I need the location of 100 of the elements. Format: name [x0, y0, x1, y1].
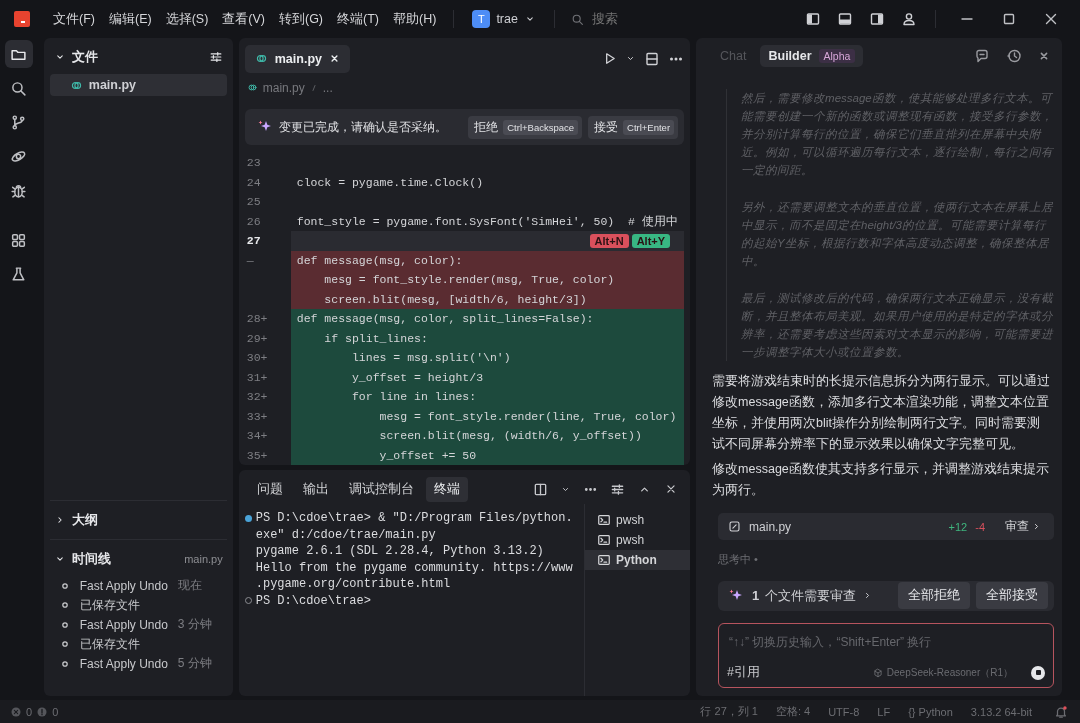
file-icon: [246, 82, 258, 93]
circle-icon: [59, 639, 70, 650]
breadcrumb-item[interactable]: main.py: [262, 80, 305, 95]
status-dot: [244, 514, 252, 522]
terminal-icon: [597, 513, 612, 527]
accept-all-button[interactable]: 全部接受: [976, 582, 1048, 610]
terminal-line: PS D:\cdoe\trae>: [255, 593, 371, 608]
timeline-entry[interactable]: 已保存文件: [79, 596, 140, 614]
menu-item[interactable]: 转到(G): [274, 7, 329, 31]
line-number: 27: [245, 234, 262, 248]
timestamp: 现在: [177, 577, 203, 595]
code-line: mesg = font_style.render(line, True, color): [378, 409, 677, 423]
folder-tab[interactable]: [4, 40, 33, 68]
code-line: font_style = pygame.font.SysFont('SimHei', 50) # 使用中: [296, 213, 678, 229]
menu-item[interactable]: 文件(F): [48, 7, 100, 31]
code-line: y_offset += 50: [378, 448, 477, 462]
split-editor-icon[interactable]: [644, 50, 661, 67]
circle-icon: [59, 619, 70, 630]
split-terminal-icon[interactable]: [533, 481, 549, 497]
thinking-status: 思考中 •: [718, 552, 759, 567]
reference-button[interactable]: #引用: [727, 664, 760, 681]
line-number: 31+: [245, 370, 269, 384]
timeline-header[interactable]: 时间线 main.py: [49, 546, 227, 572]
sidebar-layout-icon[interactable]: [805, 11, 821, 27]
bell-icon[interactable]: [1054, 704, 1068, 719]
menu-item[interactable]: 编辑(E): [103, 7, 157, 31]
outline-header[interactable]: 大纲: [49, 507, 227, 533]
separator-icon: [309, 82, 318, 93]
filter-icon[interactable]: [610, 481, 626, 497]
line-number: 35+: [245, 448, 269, 462]
line-number: 29+: [245, 331, 269, 345]
line-number: 33+: [245, 409, 269, 423]
timeline-entry[interactable]: Fast Apply Undo: [79, 578, 168, 593]
reject-shortcut[interactable]: Alt+N: [589, 233, 629, 248]
stop-button[interactable]: [1031, 665, 1045, 680]
terminal-icon: [597, 533, 612, 547]
code-line: screen.blit(mesg, (width/6, y_offset)): [378, 429, 642, 443]
menu-item[interactable]: 选择(S): [160, 7, 214, 31]
filter-icon[interactable]: [208, 50, 223, 64]
code-line: lines = msg.split('\n'): [350, 351, 511, 365]
code-line: y_offset = height/3: [350, 370, 484, 384]
editor-tab[interactable]: main.py: [244, 44, 350, 73]
panel-tab[interactable]: 问题: [248, 476, 291, 502]
timeline-entry[interactable]: Fast Apply Undo: [79, 617, 168, 632]
panel-layout-icon[interactable]: [837, 11, 853, 27]
maximize-icon[interactable]: [1001, 11, 1017, 27]
menu-item[interactable]: 查看(V): [217, 7, 270, 31]
warning-count: 0: [52, 705, 59, 718]
code-line: for line in lines:: [350, 390, 477, 404]
section-title: 文件: [71, 48, 98, 66]
chat-input[interactable]: “↑↓” 切换历史输入，“Shift+Enter” 换行 #引用 DeepSeek-Reasoner（R1）: [718, 623, 1054, 688]
line-number: 23: [245, 156, 262, 170]
right-panel-layout-icon[interactable]: [869, 11, 885, 27]
search-field[interactable]: 搜索: [589, 11, 710, 27]
code-line: def message(msg, color):: [296, 253, 463, 267]
terminal-line: exe" d:/cdoe/trae/main.py: [255, 527, 436, 542]
alpha-badge: Alpha: [818, 49, 856, 64]
answer-paragraph: 需要将游戏结束时的长提示信息拆分为两行显示。可以通过修改message函数，添加多行文本渲染功能，调整文本位置坐标，并使用两次blit操作分别绘制两行文字。同时需要测试不同屏幕分辨率下的显示效果以确保文字完整可见。: [712, 373, 1052, 454]
terminal-item[interactable]: pwsh: [585, 530, 691, 550]
search-icon: [570, 12, 584, 26]
terminal-line: Hello from the pygame community. https://www: [255, 560, 573, 575]
reject-all-button[interactable]: 全部拒绝: [898, 582, 970, 610]
terminal-item[interactable]: Python: [585, 550, 691, 570]
error-count: 0: [26, 705, 33, 718]
line-number: 34+: [245, 429, 269, 443]
timeline-entry[interactable]: 已保存文件: [79, 635, 140, 653]
timestamp: 5 分钟: [177, 655, 213, 673]
terminal-line: PS D:\cdoe\trae> & "D:/Program Files/python.: [255, 511, 573, 526]
history-icon[interactable]: [1006, 48, 1022, 65]
accept-button[interactable]: 接受 Ctrl+Enter: [588, 115, 679, 139]
file-item[interactable]: main.py: [49, 74, 227, 96]
line-number: 25: [245, 195, 262, 209]
line-number: 26: [245, 214, 262, 228]
review-summary[interactable]: 1 个文件需要审查: [750, 587, 874, 605]
panel-tab[interactable]: 输出: [294, 476, 337, 502]
line-number: 32+: [245, 390, 269, 404]
menu-item[interactable]: 帮助(H): [388, 7, 442, 31]
code-line: clock = pygame.time.Clock(): [296, 175, 484, 189]
circle-icon: [59, 580, 70, 591]
terminal-item[interactable]: pwsh: [585, 510, 691, 530]
code-line: mesg = font_style.render(msg, True, color): [323, 273, 615, 287]
edit-file-icon: [728, 520, 742, 534]
reject-button[interactable]: 拒绝 Ctrl+Backspace: [468, 115, 583, 139]
panel-tab[interactable]: 终端: [425, 476, 468, 502]
menu-item[interactable]: 终端(T): [332, 7, 384, 31]
change-message: 变更已完成，请确认是否采纳。: [278, 118, 447, 136]
line-number: 28+: [245, 312, 269, 326]
panel-tab[interactable]: 调试控制台: [340, 476, 422, 502]
new-chat-icon[interactable]: [974, 48, 990, 65]
breadcrumb-item[interactable]: ...: [322, 80, 333, 95]
chat-tab[interactable]: Builder Alpha: [760, 45, 864, 68]
project-switcher[interactable]: T trae: [466, 7, 542, 31]
account-icon[interactable]: [901, 11, 917, 27]
timeline-entry[interactable]: Fast Apply Undo: [79, 656, 168, 671]
accept-shortcut[interactable]: Alt+Y: [631, 233, 671, 248]
close-icon[interactable]: [1043, 11, 1059, 27]
review-link[interactable]: 审查: [1005, 518, 1042, 536]
line-number: 24: [245, 175, 262, 189]
search-icon: [10, 79, 28, 97]
code-line: screen.blit(mesg, [width/6, height/3]): [323, 292, 587, 306]
